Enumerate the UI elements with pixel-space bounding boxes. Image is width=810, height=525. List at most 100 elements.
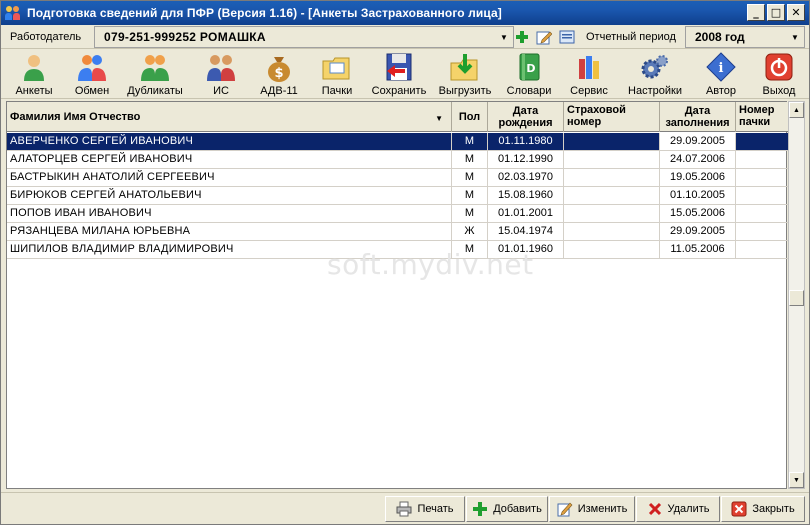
cell-insurance-number bbox=[564, 151, 660, 168]
app-window: Подготовка сведений для ПФР (Версия 1.16… bbox=[0, 0, 810, 525]
close-label: Закрыть bbox=[752, 503, 795, 515]
sohranit-button[interactable]: Сохранить bbox=[369, 49, 429, 99]
edit-label: Изменить bbox=[577, 503, 628, 515]
save-disk-icon bbox=[386, 53, 412, 81]
vygruzit-button[interactable]: Выгрузить bbox=[435, 49, 495, 99]
table-header: Фамилия Имя Отчество ▼ Пол Дата рождения … bbox=[7, 102, 788, 132]
cell-name: ПОПОВ ИВАН ИВАНОВИЧ bbox=[7, 205, 452, 222]
cell-pack-number bbox=[736, 151, 788, 168]
employer-row: Работодатель 079-251-999252 РОМАШКА ▼ От… bbox=[1, 25, 809, 49]
scroll-down-arrow-icon[interactable]: ▼ bbox=[789, 472, 804, 488]
table-row[interactable]: АВЕРЧЕНКО СЕРГЕЙ ИВАНОВИЧ М 01.11.1980 2… bbox=[7, 133, 788, 151]
print-label: Печать bbox=[417, 503, 454, 515]
duplicates-icon bbox=[141, 55, 169, 81]
minimize-button[interactable]: _ bbox=[747, 4, 765, 21]
sort-down-icon[interactable]: ▼ bbox=[435, 113, 443, 125]
table-row[interactable]: АЛАТОРЦЕВ СЕРГЕЙ ИВАНОВИЧ М 01.12.1990 2… bbox=[7, 151, 788, 169]
servis-button[interactable]: Сервис bbox=[567, 49, 611, 99]
column-header-name[interactable]: Фамилия Имя Отчество ▼ bbox=[7, 102, 452, 132]
employer-select[interactable]: 079-251-999252 РОМАШКА ▼ bbox=[94, 26, 514, 48]
title-bar[interactable]: Подготовка сведений для ПФР (Версия 1.16… bbox=[1, 1, 809, 25]
table-row[interactable]: БАСТРЫКИН АНАТОЛИЙ СЕРГЕЕВИЧ М 02.03.197… bbox=[7, 169, 788, 187]
ankety-label: Анкеты bbox=[15, 85, 53, 97]
column-header-pack-number[interactable]: Номер пачки bbox=[736, 102, 788, 132]
ankety-button[interactable]: Анкеты bbox=[11, 49, 57, 99]
cell-insurance-number bbox=[564, 205, 660, 222]
watermark: soft.mydiv.net bbox=[327, 248, 534, 281]
cell-sex: Ж bbox=[452, 223, 488, 240]
edit-employer-button[interactable] bbox=[534, 28, 554, 46]
svg-text:$: $ bbox=[274, 66, 283, 81]
scroll-thumb[interactable] bbox=[789, 290, 804, 306]
table-row[interactable]: ПОПОВ ИВАН ИВАНОВИЧ М 01.01.2001 15.05.2… bbox=[7, 205, 788, 223]
svg-text:i: i bbox=[719, 61, 724, 76]
nastroyki-button[interactable]: Настройки bbox=[625, 49, 685, 99]
avtor-label: Автор bbox=[705, 85, 737, 97]
power-exit-icon bbox=[765, 53, 793, 81]
cell-insurance-number bbox=[564, 187, 660, 204]
table-row[interactable]: РЯЗАНЦЕВА МИЛАНА ЮРЬЕВНА Ж 15.04.1974 29… bbox=[7, 223, 788, 241]
delete-x-icon bbox=[648, 502, 661, 516]
column-header-fill-date[interactable]: Дата заполнения bbox=[660, 102, 736, 132]
app-people-icon bbox=[5, 5, 21, 21]
column-header-sex[interactable]: Пол bbox=[452, 102, 488, 132]
cell-dob: 01.11.1980 bbox=[488, 133, 564, 150]
book-icon: D bbox=[519, 53, 540, 81]
cell-name: БИРЮКОВ СЕРГЕЙ АНАТОЛЬЕВИЧ bbox=[7, 187, 452, 204]
pachki-button[interactable]: Пачки bbox=[315, 49, 359, 99]
scroll-up-arrow-icon[interactable]: ▲ bbox=[789, 102, 804, 118]
export-folder-icon bbox=[450, 54, 478, 81]
delete-button[interactable]: Удалить bbox=[636, 496, 720, 522]
cell-sex: М bbox=[452, 205, 488, 222]
add-employer-button[interactable] bbox=[512, 28, 532, 46]
money-bag-icon: $ bbox=[268, 57, 290, 82]
plus-icon bbox=[473, 502, 488, 516]
cell-dob: 15.04.1974 bbox=[488, 223, 564, 240]
column-header-insurance-number[interactable]: Страховой номер bbox=[564, 102, 660, 132]
adv11-button[interactable]: $ АДВ-11 bbox=[255, 49, 303, 99]
column-header-dob[interactable]: Дата рождения bbox=[488, 102, 564, 132]
people-group-icon bbox=[207, 55, 235, 81]
slovari-button[interactable]: D Словари bbox=[505, 49, 553, 99]
is-label: ИС bbox=[213, 85, 229, 97]
vyhod-button[interactable]: Выход bbox=[757, 49, 801, 99]
plus-icon bbox=[516, 31, 528, 43]
maximize-button[interactable]: □ bbox=[767, 4, 785, 21]
servis-label: Сервис bbox=[570, 85, 608, 97]
is-button[interactable]: ИС bbox=[199, 49, 243, 99]
table-row[interactable]: БИРЮКОВ СЕРГЕЙ АНАТОЛЬЕВИЧ М 15.08.1960 … bbox=[7, 187, 788, 205]
close-window-button[interactable]: ✕ bbox=[787, 4, 805, 21]
dublikaty-button[interactable]: Дубликаты bbox=[123, 49, 187, 99]
cell-pack-number bbox=[736, 133, 788, 150]
bottom-action-bar: Печать Добавить Изменить Удалить Закрыть bbox=[1, 492, 809, 524]
cell-name: АВЕРЧЕНКО СЕРГЕЙ ИВАНОВИЧ bbox=[7, 133, 452, 150]
cell-dob: 01.01.2001 bbox=[488, 205, 564, 222]
cell-name: РЯЗАНЦЕВА МИЛАНА ЮРЬЕВНА bbox=[7, 223, 452, 240]
gears-icon bbox=[641, 55, 668, 79]
print-button[interactable]: Печать bbox=[385, 496, 465, 522]
close-button[interactable]: Закрыть bbox=[721, 496, 805, 522]
cell-name: АЛАТОРЦЕВ СЕРГЕЙ ИВАНОВИЧ bbox=[7, 151, 452, 168]
avtor-button[interactable]: i Автор bbox=[699, 49, 743, 99]
delete-label: Удалить bbox=[667, 503, 710, 515]
obmen-button[interactable]: Обмен bbox=[67, 49, 117, 99]
cell-fill-date: 11.05.2006 bbox=[660, 241, 736, 258]
add-button[interactable]: Добавить bbox=[466, 496, 548, 522]
cell-sex: М bbox=[452, 169, 488, 186]
insured-persons-table[interactable]: Фамилия Имя Отчество ▼ Пол Дата рождения … bbox=[6, 101, 788, 489]
window-title: Подготовка сведений для ПФР (Версия 1.16… bbox=[27, 6, 502, 20]
period-select[interactable]: 2008 год ▼ bbox=[685, 26, 805, 48]
cell-pack-number bbox=[736, 169, 788, 186]
edit-button[interactable]: Изменить bbox=[549, 496, 635, 522]
employer-value: 079-251-999252 РОМАШКА bbox=[104, 30, 266, 44]
cell-insurance-number bbox=[564, 169, 660, 186]
chevron-down-icon[interactable]: ▼ bbox=[786, 28, 804, 46]
chevron-down-icon[interactable]: ▼ bbox=[495, 28, 513, 46]
view-employer-button[interactable] bbox=[557, 28, 577, 46]
info-diamond-icon: i bbox=[706, 52, 736, 82]
nastroyki-label: Настройки bbox=[628, 85, 682, 97]
vertical-scrollbar[interactable]: ▲ ▼ bbox=[788, 101, 805, 489]
cell-fill-date: 19.05.2006 bbox=[660, 169, 736, 186]
employer-label: Работодатель bbox=[10, 31, 82, 43]
cell-sex: М bbox=[452, 133, 488, 150]
